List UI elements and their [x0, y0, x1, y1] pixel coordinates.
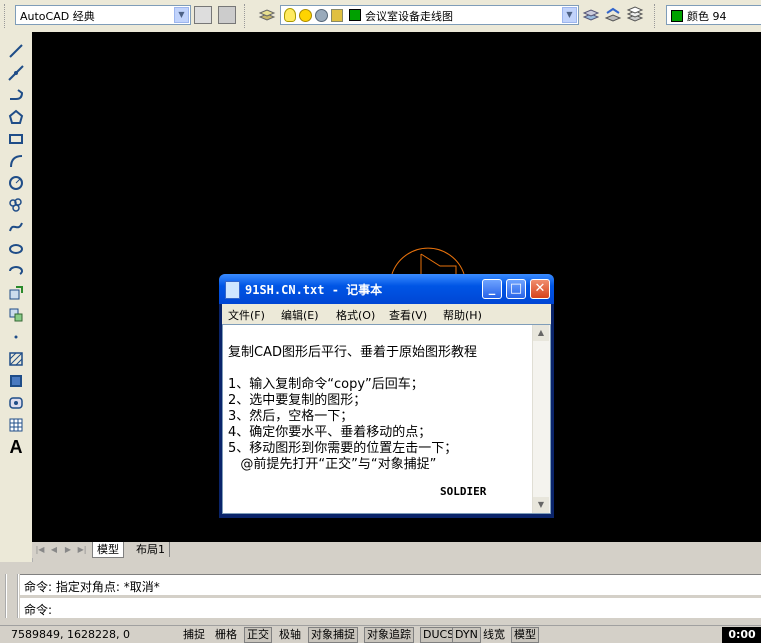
layer-dropdown[interactable]: 会议室设备走线图 ▼ [280, 5, 579, 25]
workspace-settings-icon[interactable] [194, 6, 212, 24]
vertical-scrollbar[interactable]: ▲ ▼ [532, 325, 550, 513]
workspace-dropdown[interactable]: AutoCAD 经典 ▼ [15, 5, 191, 25]
last-tab-icon[interactable]: ▶| [76, 544, 88, 556]
multiline-text-icon[interactable]: A [6, 437, 26, 457]
make-current-layer-icon[interactable] [582, 6, 600, 24]
chevron-down-icon[interactable]: ▼ [562, 7, 577, 23]
maximize-button[interactable]: □ [506, 279, 526, 299]
scroll-down-icon[interactable]: ▼ [533, 497, 549, 513]
gradient-icon[interactable] [6, 371, 26, 391]
tab-model[interactable]: 模型 [92, 542, 124, 558]
revision-cloud-icon[interactable] [6, 195, 26, 215]
menu-help[interactable]: 帮助(H) [443, 307, 482, 323]
layer-name: 会议室设备走线图 [365, 10, 453, 23]
menu-view[interactable]: 查看(V) [389, 307, 427, 323]
color-swatch [671, 10, 683, 22]
toolbar-grip[interactable] [654, 4, 658, 28]
command-input[interactable]: 命令: [20, 598, 761, 618]
lock-icon[interactable] [331, 9, 343, 22]
ellipse-arc-icon[interactable] [6, 261, 26, 281]
scroll-up-icon[interactable]: ▲ [533, 325, 549, 341]
viewport-freeze-icon[interactable] [315, 9, 328, 22]
table-icon[interactable] [6, 415, 26, 435]
insert-block-icon[interactable] [6, 283, 26, 303]
menu-format[interactable]: 格式(O) [336, 307, 375, 323]
lightbulb-icon[interactable] [284, 8, 296, 22]
tab-layout1[interactable]: 布局1 [132, 542, 170, 557]
polyline-icon[interactable] [6, 85, 26, 105]
hatch-icon[interactable] [6, 349, 26, 369]
arc-icon[interactable] [6, 151, 26, 171]
construction-line-icon[interactable] [6, 63, 26, 83]
command-grip[interactable] [5, 574, 19, 618]
prev-tab-icon[interactable]: ◀ [48, 544, 60, 556]
workspace-value: AutoCAD 经典 [20, 10, 95, 23]
layer-color-swatch [349, 9, 361, 21]
command-prompt: 命令: [24, 603, 53, 617]
signature-text: SOLDIER [440, 485, 487, 498]
layer-previous-icon[interactable] [604, 6, 622, 24]
rectangle-icon[interactable] [6, 129, 26, 149]
chevron-down-icon[interactable]: ▼ [174, 7, 189, 23]
toolbar-grip[interactable] [244, 4, 248, 28]
spline-icon[interactable] [6, 217, 26, 237]
point-icon[interactable] [6, 327, 26, 347]
close-button[interactable]: ✕ [530, 279, 550, 299]
region-icon[interactable] [6, 393, 26, 413]
notepad-menu-bar: 文件(F) 编辑(E) 格式(O) 查看(V) 帮助(H) [222, 304, 551, 324]
status-bar: 7589849, 1628228, 0 捕捉 栅格 正交 极轴 对象捕捉 对象追… [0, 625, 761, 643]
line-tool-icon[interactable] [6, 41, 26, 61]
drawn-arc [391, 247, 465, 275]
toolbar-grip[interactable] [4, 4, 8, 28]
minimize-button[interactable]: _ [482, 279, 502, 299]
layer-states-icon[interactable] [626, 6, 644, 24]
text-line: @前提先打开“正交”与“对象捕捉” [228, 457, 437, 472]
layout-tabs-bar: |◀ ◀ ▶ ▶| 模型 布局1 [32, 542, 761, 558]
color-value: 颜色 94 [687, 10, 727, 23]
command-window: 命令: 指定对角点: *取消* 命令: [0, 570, 761, 625]
command-history: 命令: 指定对角点: *取消* [20, 574, 761, 595]
color-dropdown[interactable]: 颜色 94 [666, 5, 761, 25]
ellipse-icon[interactable] [6, 239, 26, 259]
notepad-title-bar[interactable]: 91SH.CN.txt - 记事本 _ □ ✕ [219, 274, 554, 304]
layer-manager-icon[interactable] [258, 6, 276, 24]
drawn-shape [420, 253, 457, 274]
notepad-title: 91SH.CN.txt - 记事本 [245, 283, 383, 297]
top-toolbar: AutoCAD 经典 ▼ 会议室设备走线图 ▼ 颜色 94 [0, 0, 761, 33]
menu-file[interactable]: 文件(F) [228, 307, 265, 323]
text-line: 复制CAD图形后平行、垂着于原始图形教程 [228, 345, 477, 360]
first-tab-icon[interactable]: |◀ [34, 544, 46, 556]
make-block-icon[interactable] [6, 305, 26, 325]
menu-edit[interactable]: 编辑(E) [281, 307, 319, 323]
command-history-text: 命令: 指定对角点: *取消* [24, 580, 160, 594]
notepad-text-area[interactable]: 复制CAD图形后平行、垂着于原始图形教程 1、输入复制命令“copy”后回车； … [222, 324, 551, 514]
notepad-window[interactable]: 91SH.CN.txt - 记事本 _ □ ✕ 文件(F) 编辑(E) 格式(O… [219, 274, 554, 518]
circle-icon[interactable] [6, 173, 26, 193]
notepad-icon [225, 281, 240, 299]
polygon-icon[interactable] [6, 107, 26, 127]
draw-toolbar: A [0, 32, 33, 562]
workspace-save-icon[interactable] [218, 6, 236, 24]
sun-icon[interactable] [299, 9, 312, 22]
next-tab-icon[interactable]: ▶ [62, 544, 74, 556]
